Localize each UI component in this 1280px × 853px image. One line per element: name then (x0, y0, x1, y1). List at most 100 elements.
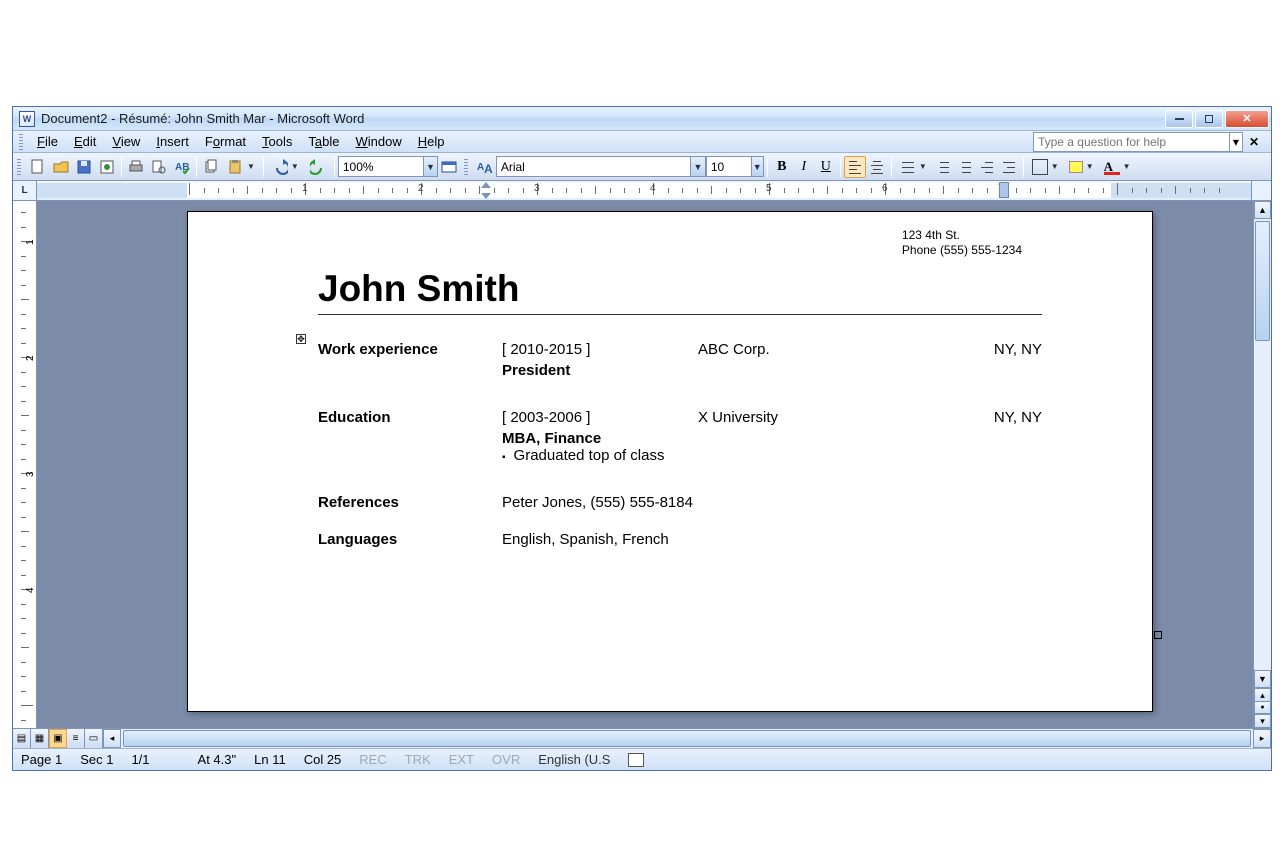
scroll-left-button[interactable]: ◂ (103, 729, 121, 748)
paste-button[interactable]: ▼ (223, 156, 260, 178)
help-search-input[interactable] (1034, 135, 1229, 149)
spellcheck-status-icon[interactable] (628, 753, 644, 767)
status-trk[interactable]: TRK (405, 752, 431, 767)
status-ovr[interactable]: OVR (492, 752, 520, 767)
contact-address[interactable]: 123 4th St. (902, 228, 1022, 243)
underline-button[interactable]: U (815, 156, 837, 178)
scroll-down-button[interactable]: ▼ (1254, 670, 1271, 688)
section-label[interactable]: References (318, 494, 478, 511)
scroll-right-button[interactable]: ▸ (1253, 729, 1271, 748)
work-title[interactable]: President (502, 362, 1042, 379)
help-search-dropdown[interactable]: ▾ (1229, 133, 1242, 151)
undo-button[interactable]: ▼ (267, 156, 304, 178)
toolbar-grip[interactable] (17, 159, 21, 175)
font-input[interactable] (497, 160, 690, 174)
page[interactable]: 123 4th St. Phone (555) 555-1234 John Sm… (187, 211, 1153, 712)
size-input[interactable] (707, 160, 751, 174)
status-col[interactable]: Col 25 (304, 752, 342, 767)
permission-button[interactable] (96, 156, 118, 178)
menu-insert[interactable]: Insert (148, 132, 197, 151)
status-page[interactable]: Page 1 (21, 752, 62, 767)
new-doc-button[interactable] (27, 156, 49, 178)
contact-phone[interactable]: Phone (555) 555-1234 (902, 243, 1022, 258)
edu-degree[interactable]: MBA, Finance (502, 430, 1042, 447)
menu-help[interactable]: Help (410, 132, 453, 151)
next-page-button[interactable]: ▾ (1254, 714, 1271, 728)
size-dropdown[interactable]: ▼ (751, 157, 763, 176)
status-language[interactable]: English (U.S (538, 752, 610, 767)
bullet-list-button[interactable] (954, 156, 976, 178)
tab-selector[interactable]: L (13, 181, 37, 200)
line-spacing-button[interactable]: ▼ (895, 156, 932, 178)
first-line-indent-marker[interactable] (481, 182, 491, 188)
menu-tools[interactable]: Tools (254, 132, 300, 151)
section-education[interactable]: Education [ 2003-2006 ] X University NY,… (318, 409, 1042, 464)
print-layout-view-button[interactable]: ▣ (49, 729, 67, 748)
highlight-button[interactable]: ▼ (1064, 156, 1099, 178)
status-ext[interactable]: EXT (449, 752, 474, 767)
menu-view[interactable]: View (104, 132, 148, 151)
edu-bullet[interactable]: Graduated top of class (502, 447, 1042, 464)
align-left-button[interactable] (844, 156, 866, 178)
menu-format[interactable]: Format (197, 132, 254, 151)
horizontal-scrollbar[interactable]: ◂ ▸ (103, 729, 1271, 748)
outline-view-button[interactable]: ≡ (67, 729, 85, 748)
reading-view-button[interactable]: ▭ (85, 729, 103, 748)
align-center-button[interactable] (866, 156, 888, 178)
right-margin-marker[interactable] (999, 182, 1009, 198)
work-location[interactable]: NY, NY (994, 341, 1042, 358)
font-combo[interactable]: ▼ (496, 156, 706, 177)
menu-edit[interactable]: Edit (66, 132, 104, 151)
border-button[interactable]: ▼ (1027, 156, 1064, 178)
spellcheck-button[interactable]: AB (171, 156, 193, 178)
zoom-input[interactable] (339, 160, 423, 174)
vertical-scrollbar[interactable]: ▲ ▼ ▴ ● ▾ (1253, 201, 1271, 728)
print-button[interactable] (125, 156, 147, 178)
help-search-box[interactable]: ▾ (1033, 132, 1243, 152)
status-pages[interactable]: 1/1 (131, 752, 149, 767)
zoom-dropdown[interactable]: ▼ (423, 157, 437, 176)
numbered-list-button[interactable] (932, 156, 954, 178)
menu-table[interactable]: Table (300, 132, 347, 151)
scroll-track[interactable] (1254, 219, 1271, 670)
close-button[interactable]: ✕ (1225, 110, 1269, 128)
vertical-ruler[interactable]: 1234 (13, 201, 37, 728)
hscroll-thumb[interactable] (123, 730, 1251, 747)
section-work[interactable]: Work experience [ 2010-2015 ] ABC Corp. … (318, 341, 1042, 379)
table-anchor-icon[interactable] (296, 334, 306, 344)
italic-button[interactable]: I (793, 156, 815, 178)
browse-object-button[interactable]: ● (1254, 702, 1271, 714)
section-references[interactable]: References Peter Jones, (555) 555-8184 (318, 494, 1042, 511)
work-company[interactable]: ABC Corp. (698, 341, 968, 358)
menu-file[interactable]: File (29, 132, 66, 151)
toolbar-grip[interactable] (464, 159, 468, 175)
section-label[interactable]: Work experience (318, 341, 478, 358)
open-button[interactable] (50, 156, 72, 178)
preview-button[interactable] (148, 156, 170, 178)
references-value[interactable]: Peter Jones, (555) 555-8184 (502, 494, 1042, 511)
save-button[interactable] (73, 156, 95, 178)
web-view-button[interactable]: ▦ (31, 729, 49, 748)
maximize-button[interactable] (1195, 110, 1223, 128)
status-line[interactable]: Ln 11 (254, 752, 286, 767)
minimize-button[interactable] (1165, 110, 1193, 128)
hscroll-track[interactable] (121, 729, 1253, 748)
font-color-button[interactable]: A▼ (1099, 156, 1136, 178)
section-languages[interactable]: Languages English, Spanish, French (318, 531, 1042, 548)
status-at[interactable]: At 4.3" (198, 752, 237, 767)
normal-view-button[interactable]: ▤ (13, 729, 31, 748)
edu-school[interactable]: X University (698, 409, 968, 426)
scroll-thumb[interactable] (1255, 221, 1270, 341)
decrease-indent-button[interactable] (976, 156, 998, 178)
status-section[interactable]: Sec 1 (80, 752, 113, 767)
menu-window[interactable]: Window (348, 132, 410, 151)
styles-pane-button[interactable]: AA (474, 156, 496, 178)
read-mode-button[interactable] (438, 156, 460, 178)
contact-block[interactable]: 123 4th St. Phone (555) 555-1234 (902, 228, 1022, 258)
copy-button[interactable] (200, 156, 222, 178)
status-rec[interactable]: REC (359, 752, 386, 767)
work-dates[interactable]: [ 2010-2015 ] (502, 341, 698, 358)
section-label[interactable]: Education (318, 409, 478, 426)
edu-dates[interactable]: [ 2003-2006 ] (502, 409, 698, 426)
edu-location[interactable]: NY, NY (994, 409, 1042, 426)
